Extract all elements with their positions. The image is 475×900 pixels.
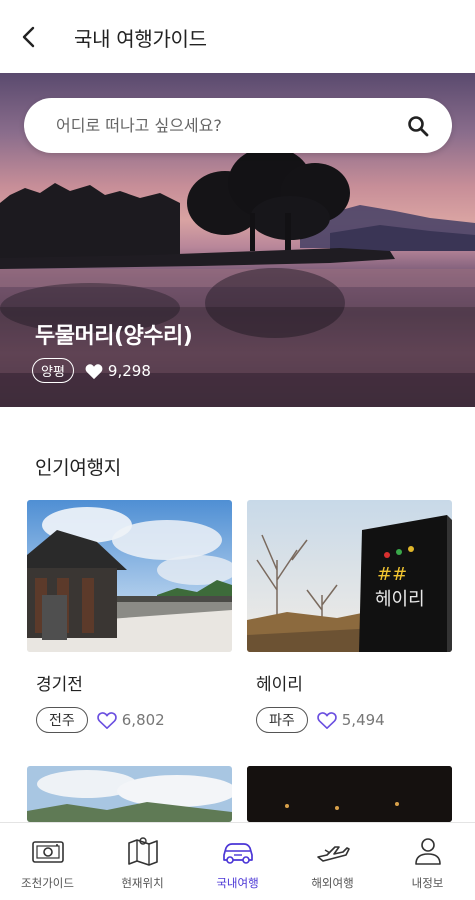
airplane-icon (316, 846, 350, 862)
nav-item-domestic[interactable]: 국내여행 (190, 823, 285, 900)
place-card-partial[interactable] (247, 766, 452, 822)
nav-item-guide[interactable]: 조천가이드 (0, 823, 95, 900)
sign-text: 헤이리 (375, 589, 425, 610)
like-count: 9,298 (107, 361, 151, 380)
nav-item-location[interactable]: 현재위치 (95, 823, 190, 900)
region-badge[interactable]: 양평 (32, 358, 74, 383)
place-image (27, 500, 232, 652)
place-image (247, 766, 452, 822)
place-card-partial[interactable] (27, 766, 232, 822)
heart-outline-icon[interactable] (316, 710, 338, 730)
place-card[interactable]: ## 헤이리 헤이리 파주 5,494 (247, 500, 452, 733)
place-name: 헤이리 (256, 675, 303, 695)
like-count: 6,802 (121, 711, 165, 729)
app-screen: 국내 여행가이드 어디로 떠나고 싶으세요? 두물머리(양수리) 양평 9,29… (0, 0, 475, 900)
like-count: 5,494 (341, 711, 385, 729)
place-card[interactable]: 경기전 전주 6,802 (27, 500, 232, 733)
hero-title: 두물머리(양수리) (35, 324, 193, 349)
search-bar[interactable] (24, 98, 452, 153)
search-input[interactable] (56, 98, 386, 153)
camera-icon (31, 841, 64, 863)
chevron-left-icon (22, 26, 35, 48)
place-meta: 전주 6,802 (36, 707, 232, 733)
region-badge[interactable]: 전주 (36, 707, 88, 733)
heart-icon[interactable] (84, 362, 104, 380)
nav-label: 국내여행 (216, 876, 259, 890)
nav-item-profile[interactable]: 내정보 (380, 823, 475, 900)
bottom-navigation: 조천가이드 현재위치 국내여행 해외여행 내정보 (0, 822, 475, 900)
nav-label: 조천가이드 (21, 876, 74, 890)
nav-item-overseas[interactable]: 해외여행 (285, 823, 380, 900)
back-button[interactable] (14, 22, 44, 52)
section-title: 인기여행지 (35, 457, 121, 479)
top-app-bar: 국내 여행가이드 (0, 0, 475, 73)
car-icon (222, 843, 253, 864)
hero-banner[interactable]: 두물머리(양수리) 양평 9,298 (0, 73, 475, 407)
nav-label: 내정보 (411, 876, 444, 890)
place-meta: 파주 5,494 (256, 707, 452, 733)
hero-meta: 양평 9,298 (32, 358, 151, 383)
search-icon[interactable] (406, 114, 430, 138)
place-name: 경기전 (36, 675, 83, 695)
place-image: ## 헤이리 (247, 500, 452, 652)
user-icon (414, 838, 441, 865)
nav-label: 현재위치 (121, 876, 164, 890)
map-icon (127, 837, 158, 866)
nav-label: 해외여행 (311, 876, 354, 890)
page-title: 국내 여행가이드 (74, 27, 207, 51)
heart-outline-icon[interactable] (96, 710, 118, 730)
place-image (27, 766, 232, 822)
region-badge[interactable]: 파주 (256, 707, 308, 733)
svg-text:##: ## (377, 564, 407, 585)
